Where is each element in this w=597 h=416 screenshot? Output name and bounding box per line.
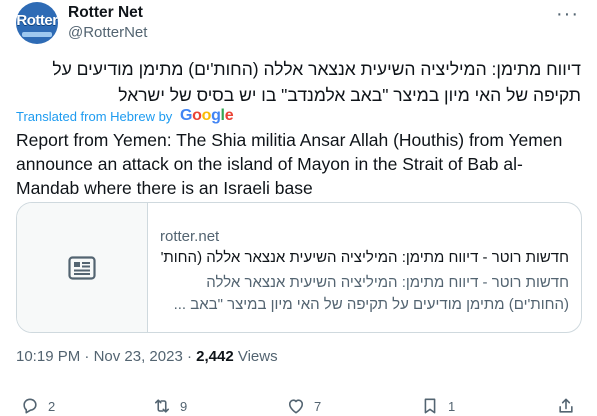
card-description-line: חדשות רוטר - דיווח מתימן: המיליציה השיעי…	[206, 274, 569, 291]
link-card[interactable]: rotter.net חדשות רוטר - דיווח מתימן: המי…	[16, 202, 582, 333]
views-count: 2,442	[196, 348, 234, 365]
card-domain: rotter.net	[160, 228, 220, 245]
like-button[interactable]: 7	[286, 396, 321, 416]
author-handle[interactable]: @RotterNet	[68, 24, 147, 41]
tweet-text-original: דיווח מתימן: המיליציה השיעית אנצאר אללה …	[52, 59, 581, 105]
google-logo: Google	[179, 107, 234, 124]
avatar-logo-text: Rotter	[16, 11, 58, 29]
card-body: rotter.net חדשות רוטר - דיווח מתימן: המי…	[148, 203, 581, 332]
tweet-meta: 10:19 PM · Nov 23, 2023 · 2,442 Views	[16, 348, 278, 365]
reply-icon	[23, 398, 37, 414]
avatar-logo-bar	[22, 32, 52, 37]
bookmark-icon	[424, 398, 436, 414]
retweet-button[interactable]: 9	[152, 396, 187, 416]
article-icon	[68, 255, 96, 280]
card-thumbnail	[17, 203, 148, 332]
action-bar: 2 9 7 1	[0, 388, 597, 416]
tweet-text-translation: Report from Yemen: The Shia militia Ansa…	[16, 130, 563, 198]
more-options-icon[interactable]: ···	[556, 3, 579, 26]
tweet-date[interactable]: Nov 23, 2023	[94, 348, 183, 365]
share-icon	[559, 398, 573, 413]
avatar[interactable]: Rotter	[16, 2, 58, 44]
share-button[interactable]	[556, 396, 584, 416]
reply-count: 2	[48, 398, 56, 414]
author-name[interactable]: Rotter Net	[68, 4, 143, 22]
retweet-icon	[154, 399, 170, 413]
card-title: חדשות רוטר - דיווח מתימן: המיליציה השיעי…	[160, 249, 569, 266]
reply-button[interactable]: 2	[20, 396, 55, 416]
retweet-count: 9	[180, 398, 188, 414]
heart-icon	[288, 399, 304, 414]
bookmark-button[interactable]: 1	[420, 396, 455, 416]
card-description: חדשות רוטר - דיווח מתימן: המיליציה השיעי…	[160, 272, 569, 316]
bookmark-count: 1	[448, 398, 456, 414]
meta-separator: ·	[84, 348, 90, 365]
tweet-time[interactable]: 10:19 PM	[16, 348, 80, 365]
meta-separator: ·	[186, 348, 192, 365]
translation-attribution: Translated from Hebrew by Google	[16, 107, 234, 125]
views-label: Views	[237, 348, 278, 365]
translated-label: Translated from Hebrew by	[16, 108, 173, 124]
like-count: 7	[314, 398, 322, 414]
card-description-line: (החות'ים) מתימן מודיעים על תקיפה של האי …	[173, 296, 569, 313]
